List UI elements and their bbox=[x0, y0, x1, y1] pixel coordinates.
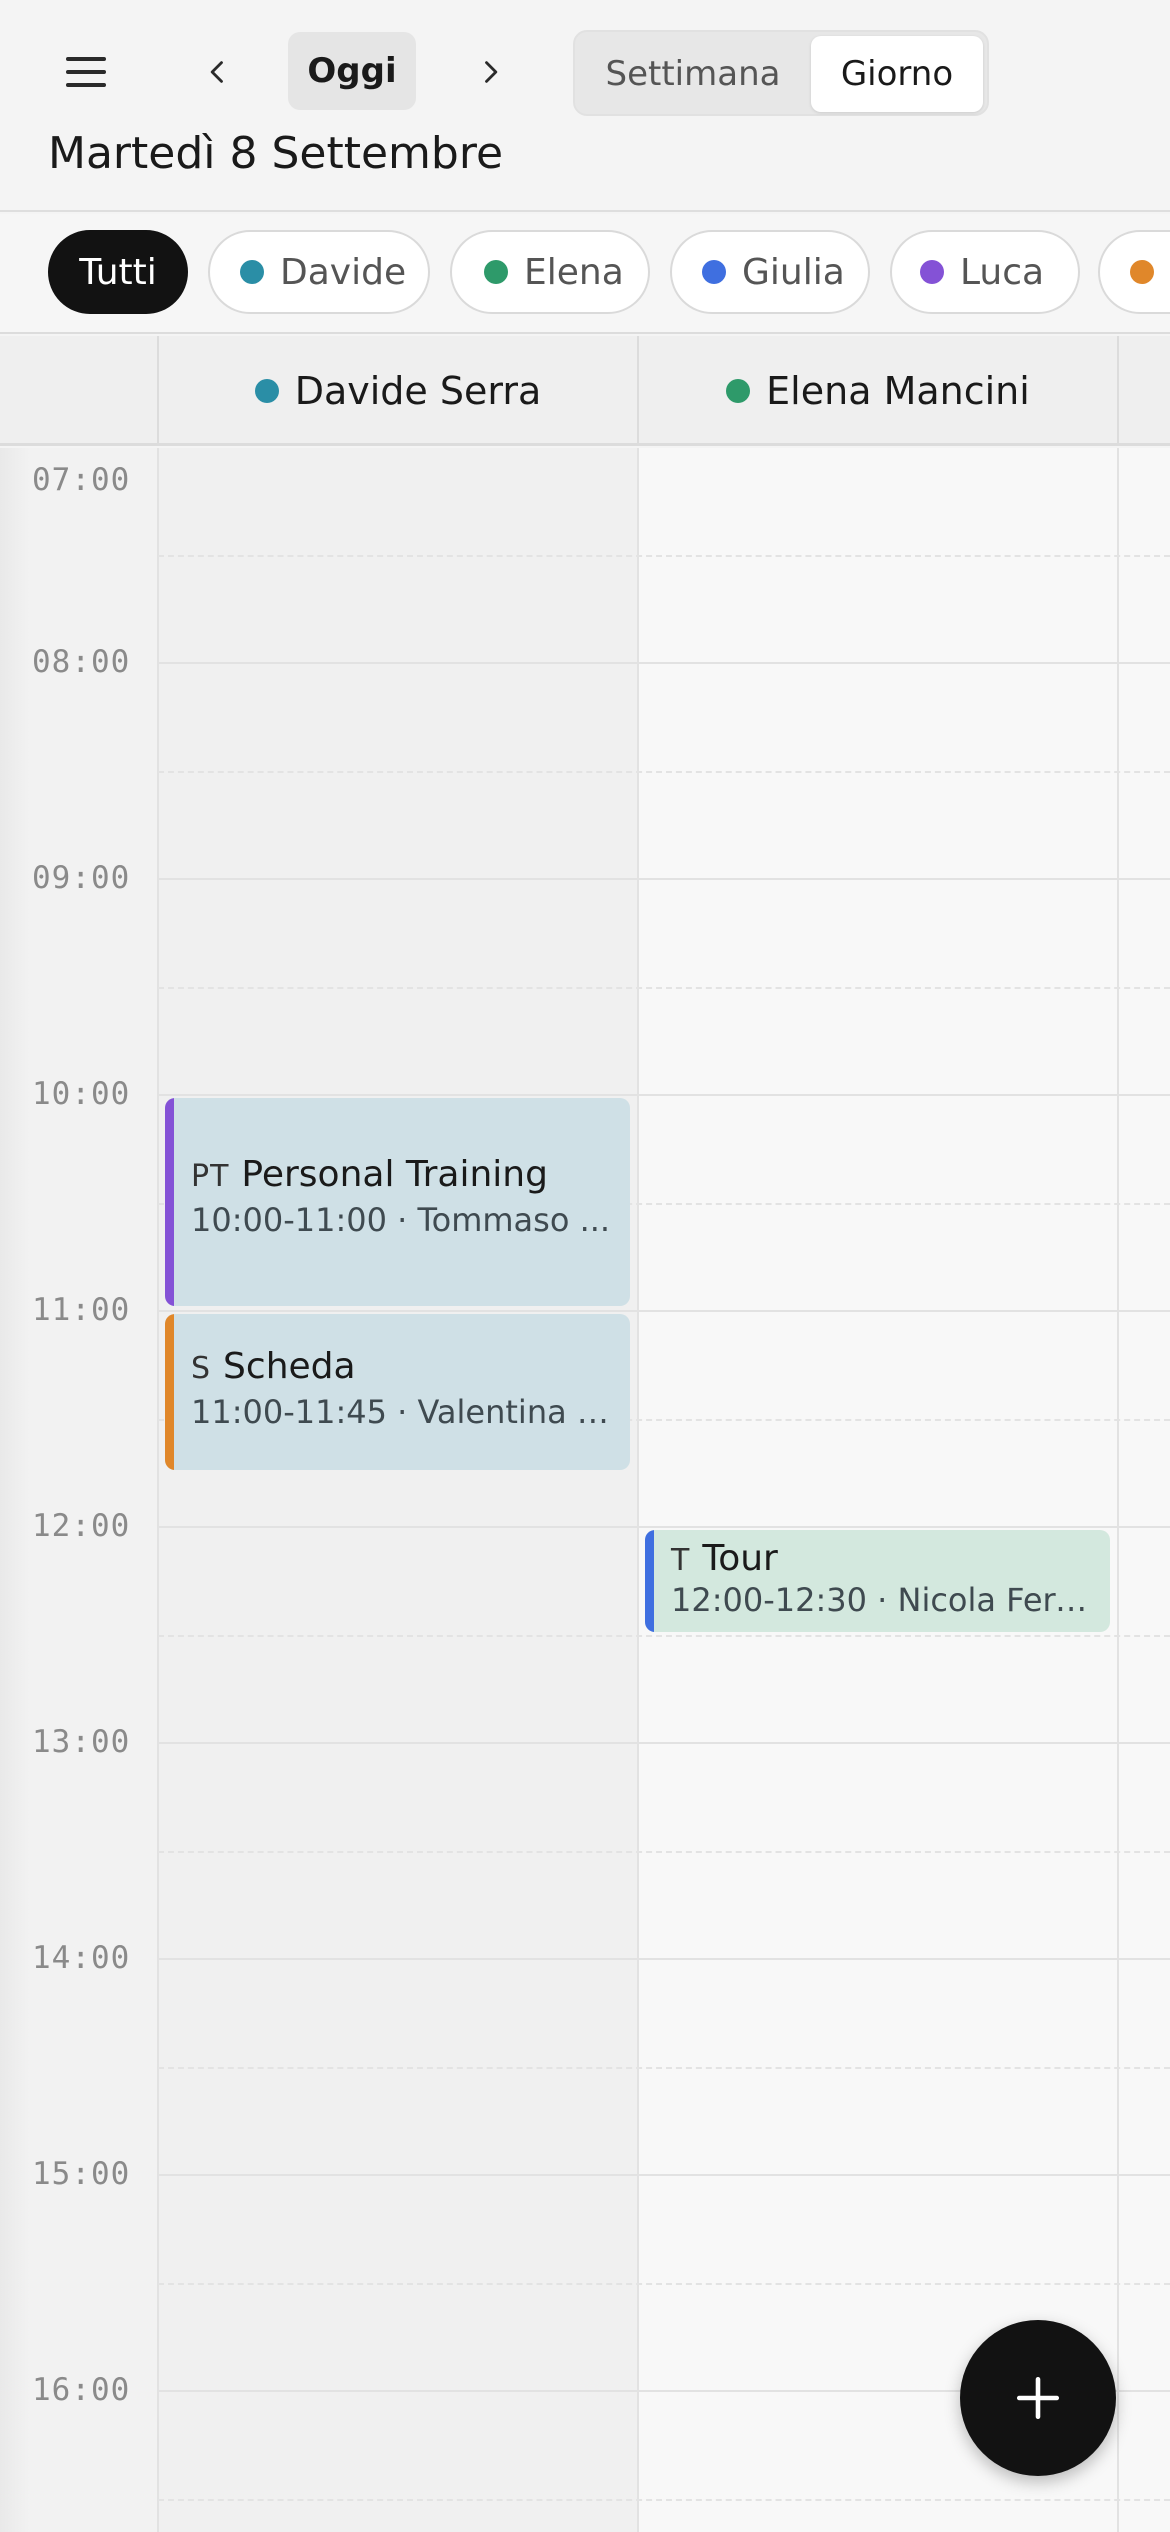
time-label: 09:00 bbox=[32, 860, 131, 896]
filter-chip-label: Elena bbox=[524, 251, 624, 293]
color-dot-icon bbox=[484, 260, 508, 284]
event-abbreviation: T bbox=[671, 1543, 691, 1578]
chevron-left-icon[interactable] bbox=[188, 42, 248, 102]
time-label: 13:00 bbox=[32, 1724, 131, 1760]
column-davide[interactable] bbox=[158, 448, 638, 2532]
hour-line bbox=[158, 662, 1170, 664]
divider bbox=[157, 448, 159, 2532]
event-color-bar bbox=[165, 1098, 174, 1306]
view-week-button[interactable]: Settimana bbox=[579, 36, 807, 112]
event-color-bar bbox=[645, 1530, 654, 1632]
filter-chip-tutti[interactable]: Tutti bbox=[48, 230, 188, 314]
time-label: 08:00 bbox=[32, 644, 131, 680]
event-subtitle: 11:00-11:45 · Valentina C... bbox=[191, 1393, 630, 1431]
filter-chip-giulia[interactable]: Giulia bbox=[670, 230, 870, 314]
view-day-button[interactable]: Giorno bbox=[811, 36, 983, 112]
column-header-davide: Davide Serra bbox=[158, 336, 638, 446]
event-tour[interactable]: T Tour 12:00-12:30 · Nicola Ferr... bbox=[645, 1530, 1110, 1632]
event-abbreviation: S bbox=[191, 1351, 212, 1386]
chevron-right-icon[interactable] bbox=[460, 42, 520, 102]
hour-line bbox=[158, 1958, 1170, 1960]
color-dot-icon bbox=[254, 379, 279, 403]
color-dot-icon bbox=[240, 260, 264, 284]
half-hour-line bbox=[158, 771, 1170, 773]
column-elena[interactable] bbox=[638, 448, 1118, 2532]
divider bbox=[637, 448, 639, 2532]
event-abbreviation: PT bbox=[191, 1159, 230, 1194]
filter-chip-elena[interactable]: Elena bbox=[450, 230, 650, 314]
color-dot-icon bbox=[920, 260, 944, 284]
plus-icon bbox=[1016, 2376, 1060, 2420]
top-bar: Oggi Settimana Giorno Martedì 8 Settembr… bbox=[0, 0, 1170, 212]
today-button[interactable]: Oggi bbox=[288, 32, 416, 110]
half-hour-line bbox=[158, 1851, 1170, 1853]
filter-chip-label: Luca bbox=[960, 251, 1045, 293]
color-dot-icon bbox=[702, 260, 726, 284]
staff-filter-bar: Tutti Davide Elena Giulia Luca bbox=[0, 214, 1170, 334]
hour-line bbox=[158, 1526, 1170, 1528]
event-title: Tour bbox=[702, 1538, 778, 1579]
half-hour-line bbox=[158, 987, 1170, 989]
time-label: 10:00 bbox=[32, 1076, 131, 1112]
day-grid[interactable]: 07:00 08:00 09:00 10:00 11:00 12:00 13:0… bbox=[0, 448, 1170, 2532]
time-label: 12:00 bbox=[32, 1508, 131, 1544]
hour-line bbox=[158, 2174, 1170, 2176]
hour-line bbox=[158, 878, 1170, 880]
color-dot-icon bbox=[726, 379, 751, 403]
time-label: 07:00 bbox=[32, 462, 131, 498]
column-next[interactable] bbox=[1118, 448, 1170, 2532]
time-gutter bbox=[0, 448, 158, 2532]
half-hour-line bbox=[158, 1635, 1170, 1637]
column-header-elena: Elena Mancini bbox=[638, 336, 1118, 446]
event-subtitle: 12:00-12:30 · Nicola Ferr... bbox=[671, 1581, 1096, 1619]
filter-chip-davide[interactable]: Davide bbox=[208, 230, 430, 314]
page-title: Martedì 8 Settembre bbox=[48, 128, 504, 179]
time-label: 16:00 bbox=[32, 2372, 131, 2408]
menu-icon[interactable] bbox=[48, 42, 124, 102]
filter-chip-label: Giulia bbox=[742, 251, 845, 293]
event-subtitle: 10:00-11:00 · Tommaso ... bbox=[191, 1201, 611, 1239]
view-switcher: Settimana Giorno bbox=[573, 30, 989, 116]
hour-line bbox=[158, 1094, 1170, 1096]
add-event-button[interactable] bbox=[960, 2320, 1116, 2476]
half-hour-line bbox=[158, 2283, 1170, 2285]
event-title: Scheda bbox=[223, 1346, 356, 1387]
event-title: Personal Training bbox=[241, 1154, 548, 1195]
hour-line bbox=[158, 1310, 1170, 1312]
event-color-bar bbox=[165, 1314, 174, 1470]
filter-chip-more[interactable] bbox=[1098, 230, 1170, 314]
filter-chip-luca[interactable]: Luca bbox=[890, 230, 1080, 314]
column-name: Davide Serra bbox=[294, 369, 542, 413]
color-dot-icon bbox=[1130, 260, 1154, 284]
staff-column-header: Davide Serra Elena Mancini bbox=[0, 336, 1170, 446]
divider bbox=[1117, 448, 1119, 2532]
time-label: 14:00 bbox=[32, 1940, 131, 1976]
half-hour-line bbox=[158, 2499, 1170, 2501]
half-hour-line bbox=[158, 2067, 1170, 2069]
half-hour-line bbox=[158, 555, 1170, 557]
event-personal-training[interactable]: PT Personal Training 10:00-11:00 · Tomma… bbox=[165, 1098, 630, 1306]
filter-chip-label: Tutti bbox=[79, 251, 157, 293]
hour-line bbox=[158, 1742, 1170, 1744]
time-label: 15:00 bbox=[32, 2156, 131, 2192]
filter-chip-label: Davide bbox=[280, 251, 407, 293]
column-name: Elena Mancini bbox=[766, 369, 1030, 413]
time-label: 11:00 bbox=[32, 1292, 131, 1328]
event-scheda[interactable]: S Scheda 11:00-11:45 · Valentina C... bbox=[165, 1314, 630, 1470]
